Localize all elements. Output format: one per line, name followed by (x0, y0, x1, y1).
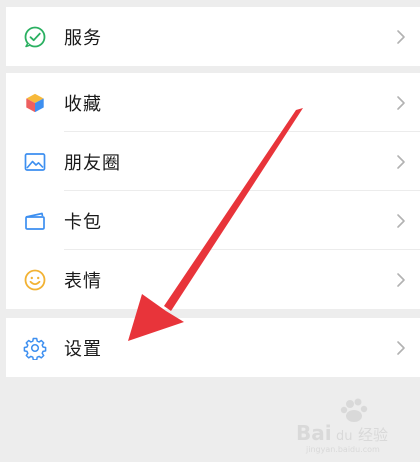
services-group: 服务 (6, 7, 420, 66)
baidu-jingyan-watermark-logo: Bai du 经验 jingyan.baidu.com (296, 398, 388, 454)
menu-item-label: 服务 (64, 27, 102, 49)
menu-item-stickers[interactable]: 表情 (6, 250, 420, 309)
gear-icon (23, 337, 47, 360)
card-wallet-icon (25, 212, 45, 230)
features-group: 收藏 朋友圈 卡包 表情 (6, 73, 420, 309)
svg-text:jingyan.baidu.com: jingyan.baidu.com (305, 445, 380, 454)
menu-item-label: 设置 (64, 338, 102, 360)
chevron-right-icon (397, 154, 405, 169)
menu-item-settings[interactable]: 设置 (6, 318, 420, 377)
wechat-pay-check-icon (24, 26, 46, 47)
chevron-right-icon (397, 95, 405, 110)
svg-text:Bai: Bai (296, 421, 332, 445)
svg-text:经验: 经验 (358, 426, 388, 444)
menu-item-label: 卡包 (64, 211, 102, 233)
menu-item-moments[interactable]: 朋友圈 (6, 132, 420, 191)
menu-item-favorites[interactable]: 收藏 (6, 73, 420, 132)
smiley-icon (24, 269, 46, 290)
menu-item-label: 朋友圈 (64, 152, 121, 174)
cube-icon (25, 92, 45, 113)
menu-item-label: 收藏 (64, 93, 102, 115)
chevron-right-icon (397, 272, 405, 287)
settings-group: 设置 (6, 318, 420, 377)
chevron-right-icon (397, 213, 405, 228)
menu-item-card-wallet[interactable]: 卡包 (6, 191, 420, 250)
wechat-me-menu-screen: 服务 收藏 朋友圈 卡包 表情 设置 Bai du 经验 jingyan.bai… (0, 0, 420, 462)
chevron-right-icon (397, 340, 405, 355)
picture-icon (24, 152, 46, 171)
menu-item-services[interactable]: 服务 (6, 7, 420, 66)
svg-text:du: du (336, 429, 353, 444)
menu-item-label: 表情 (64, 270, 102, 292)
chevron-right-icon (397, 29, 405, 44)
